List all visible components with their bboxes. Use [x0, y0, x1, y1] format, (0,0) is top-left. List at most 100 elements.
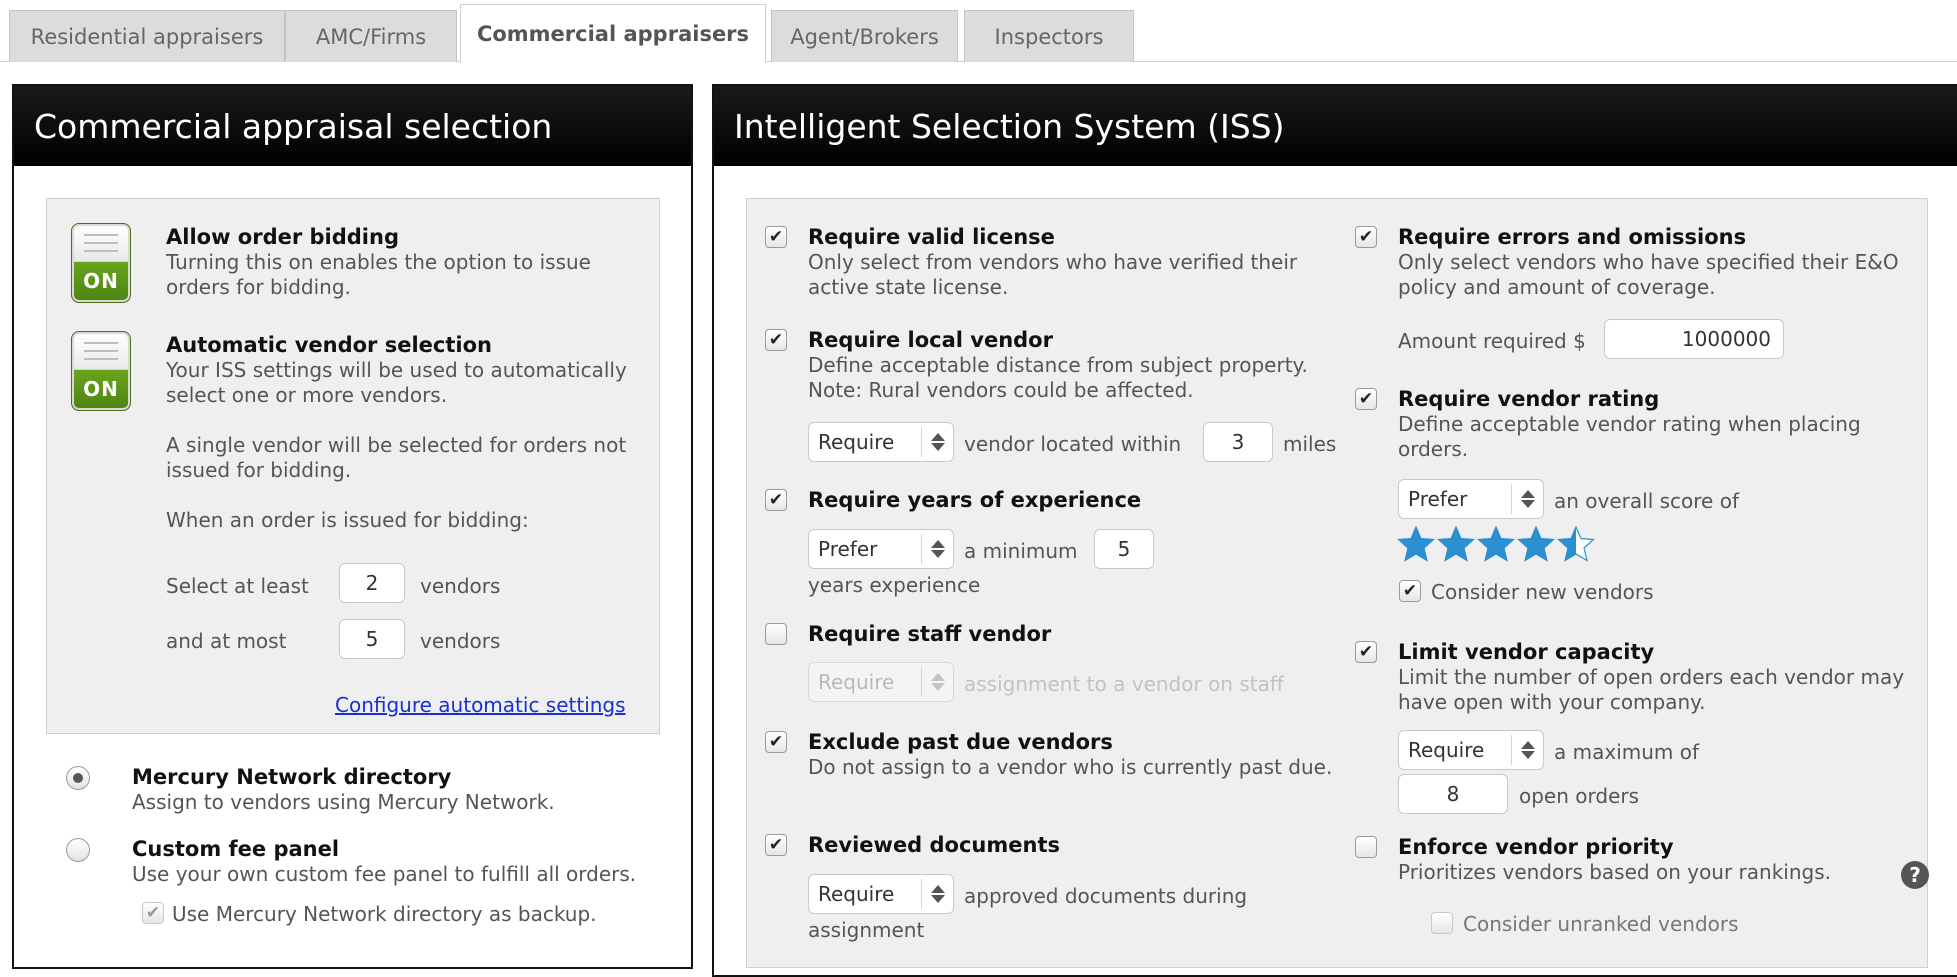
require-years-title: Require years of experience [808, 488, 1142, 512]
star-icon[interactable] [1397, 525, 1435, 563]
require-local-desc: Define acceptable distance from subject … [808, 353, 1308, 402]
star-rating[interactable] [1397, 525, 1595, 563]
custom-fee-panel-radio[interactable] [66, 838, 90, 862]
exclude-past-due-checkbox[interactable]: ✔ [765, 731, 787, 753]
require-local-checkbox[interactable]: ✔ [765, 329, 787, 351]
star-icon[interactable] [1437, 525, 1475, 563]
reviewed-documents-checkbox[interactable]: ✔ [765, 834, 787, 856]
commercial-selection-panel: Commercial appraisal selection ON Allow … [12, 84, 693, 969]
automation-settings-box: ON Allow order bidding Turning this on e… [46, 198, 660, 734]
iss-panel: Intelligent Selection System (ISS) ✔ Req… [712, 84, 1957, 977]
vendors-label: vendors [420, 574, 501, 598]
reviewed-assignment-label: assignment [808, 918, 925, 942]
exclude-past-due-desc: Do not assign to a vendor who is current… [808, 755, 1333, 779]
require-staff-title: Require staff vendor [808, 622, 1052, 646]
require-license-title: Require valid license [808, 225, 1055, 249]
select-arrows-icon [921, 667, 953, 697]
star-icon[interactable] [1517, 525, 1555, 563]
require-eo-desc: Only select vendors who have specified t… [1398, 250, 1899, 299]
consider-unranked-label: Consider unranked vendors [1463, 912, 1739, 936]
staff-assignment-label: assignment to a vendor on staff [964, 672, 1284, 696]
miles-label: miles [1283, 432, 1337, 456]
panel-title: Commercial appraisal selection [14, 86, 691, 166]
require-rating-checkbox[interactable]: ✔ [1355, 388, 1377, 410]
auto-selection-desc: Your ISS settings will be used to automa… [166, 358, 627, 407]
local-distance-label: vendor located within [964, 432, 1182, 456]
mercury-network-radio[interactable] [66, 766, 90, 790]
staff-requirement-select[interactable]: Require [808, 662, 954, 702]
consider-new-vendors-checkbox[interactable]: ✔ [1399, 580, 1421, 602]
tab-agent-brokers[interactable]: Agent/Brokers [771, 10, 958, 62]
years-input[interactable]: 5 [1094, 529, 1154, 569]
rating-requirement-select[interactable]: Prefer [1398, 479, 1544, 519]
vendors-label: vendors [420, 629, 501, 653]
bidding-title: Allow order bidding [166, 225, 399, 249]
configure-automatic-settings-link[interactable]: Configure automatic settings [335, 693, 626, 717]
years-requirement-select[interactable]: Prefer [808, 529, 954, 569]
capacity-requirement-select[interactable]: Require [1398, 730, 1544, 770]
overall-score-label: an overall score of [1554, 489, 1739, 513]
at-most-label: and at most [166, 629, 287, 653]
backup-checkbox[interactable]: ✔ [142, 902, 164, 924]
require-license-desc: Only select from vendors who have verifi… [808, 250, 1298, 299]
custom-fee-panel-title: Custom fee panel [132, 837, 340, 861]
star-icon[interactable] [1557, 525, 1595, 563]
maximum-label: a maximum of [1554, 740, 1700, 764]
select-arrows-icon [1511, 484, 1543, 514]
custom-fee-panel-desc: Use your own custom fee panel to fulfill… [132, 862, 637, 886]
require-rating-title: Require vendor rating [1398, 387, 1660, 411]
enforce-priority-title: Enforce vendor priority [1398, 835, 1674, 859]
reviewed-documents-title: Reviewed documents [808, 833, 1060, 857]
bidding-desc: Turning this on enables the option to is… [166, 250, 591, 299]
require-license-checkbox[interactable]: ✔ [765, 226, 787, 248]
distance-input[interactable]: 3 [1203, 422, 1273, 462]
help-icon[interactable]: ? [1901, 861, 1929, 889]
years-min-label: a minimum [964, 539, 1078, 563]
at-least-label: Select at least [166, 574, 309, 598]
years-unit-label: years experience [808, 573, 981, 597]
backup-label: Use Mercury Network directory as backup. [172, 902, 597, 926]
max-vendors-input[interactable]: 5 [339, 619, 405, 659]
mercury-network-title: Mercury Network directory [132, 765, 452, 789]
star-icon[interactable] [1477, 525, 1515, 563]
require-eo-title: Require errors and omissions [1398, 225, 1747, 249]
require-staff-checkbox[interactable] [765, 623, 787, 645]
single-vendor-note: A single vendor will be selected for ord… [166, 433, 627, 482]
select-arrows-icon [1511, 735, 1543, 765]
reviewed-requirement-select[interactable]: Require [808, 874, 954, 914]
tab-residential-appraisers[interactable]: Residential appraisers [9, 10, 285, 62]
local-requirement-select[interactable]: Require [808, 422, 954, 462]
consider-unranked-checkbox[interactable] [1431, 912, 1453, 934]
mercury-network-desc: Assign to vendors using Mercury Network. [132, 790, 555, 814]
amount-required-label: Amount required $ [1398, 329, 1586, 353]
select-arrows-icon [921, 879, 953, 909]
enforce-priority-checkbox[interactable] [1355, 836, 1377, 858]
tab-amc-firms[interactable]: AMC/Firms [285, 10, 457, 62]
exclude-past-due-title: Exclude past due vendors [808, 730, 1113, 754]
open-orders-input[interactable]: 8 [1398, 774, 1508, 814]
require-eo-checkbox[interactable]: ✔ [1355, 226, 1377, 248]
panel-title: Intelligent Selection System (ISS) [714, 86, 1957, 166]
eo-amount-input[interactable]: 1000000 [1604, 319, 1784, 359]
min-vendors-input[interactable]: 2 [339, 563, 405, 603]
bidding-toggle[interactable]: ON [71, 223, 131, 303]
iss-settings-box: ✔ Require valid license Only select from… [746, 198, 1929, 968]
select-arrows-icon [921, 534, 953, 564]
require-years-checkbox[interactable]: ✔ [765, 489, 787, 511]
tab-commercial-appraisers[interactable]: Commercial appraisers [460, 4, 766, 63]
require-local-title: Require local vendor [808, 328, 1053, 352]
tab-bar: Residential appraisers AMC/Firms Commerc… [0, 0, 1957, 63]
enforce-priority-desc: Prioritizes vendors based on your rankin… [1398, 860, 1831, 884]
limit-capacity-desc: Limit the number of open orders each ven… [1398, 665, 1905, 714]
require-rating-desc: Define acceptable vendor rating when pla… [1398, 412, 1861, 461]
open-orders-label: open orders [1519, 784, 1640, 808]
tab-inspectors[interactable]: Inspectors [964, 10, 1134, 62]
limit-capacity-title: Limit vendor capacity [1398, 640, 1655, 664]
limit-capacity-checkbox[interactable]: ✔ [1355, 641, 1377, 663]
auto-selection-title: Automatic vendor selection [166, 333, 492, 357]
bidding-note: When an order is issued for bidding: [166, 508, 529, 532]
select-arrows-icon [921, 427, 953, 457]
consider-new-vendors-label: Consider new vendors [1431, 580, 1654, 604]
auto-selection-toggle[interactable]: ON [71, 331, 131, 411]
reviewed-docs-label: approved documents during [964, 884, 1248, 908]
